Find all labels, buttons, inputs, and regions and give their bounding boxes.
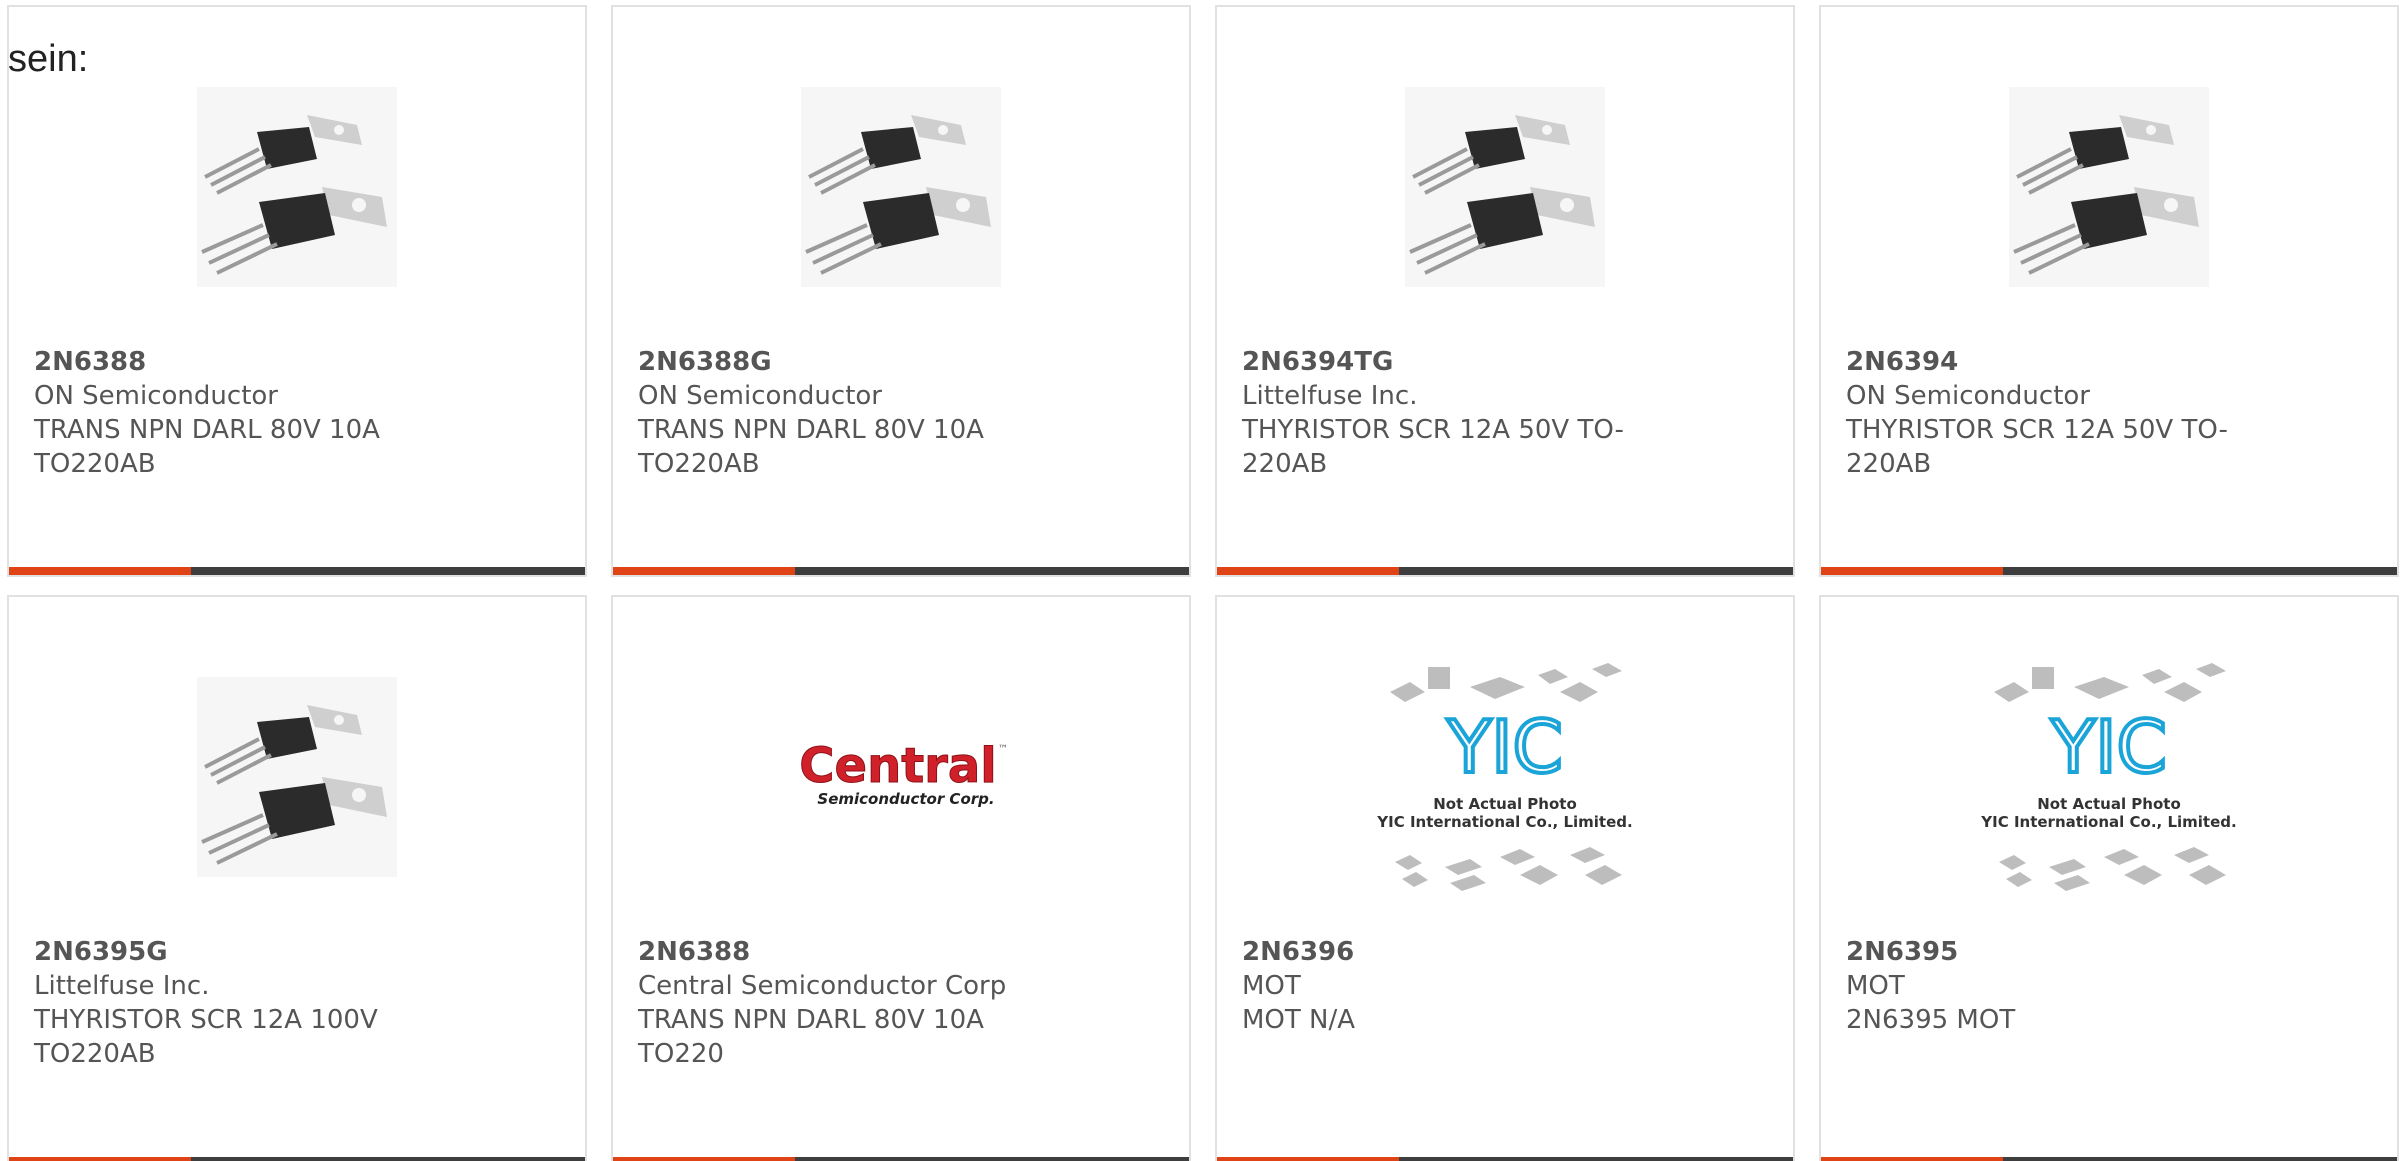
transistor-to220-photo-icon [197,677,397,877]
manufacturer: Central Semiconductor Corp [638,971,1007,1001]
svg-text:YIC: YIC [1446,705,1563,789]
manufacturer: MOT [1846,971,1905,1001]
part-number-link[interactable]: 2N6388 [34,345,454,379]
svg-text:Not Actual Photo: Not Actual Photo [1433,795,1577,813]
description-line: THYRISTOR SCR 12A 50V TO- [1242,415,1624,445]
description-line: TRANS NPN DARL 80V 10A [34,415,380,445]
product-image[interactable]: YIC Not Actual Photo YIC International C… [1821,657,2397,897]
part-number-link[interactable]: 2N6388 [638,935,1058,969]
part-number-link[interactable]: 2N6395G [34,935,454,969]
svg-text:YIC International Co., Limited: YIC International Co., Limited. [1376,813,1632,831]
part-number-link[interactable]: 2N6388G [638,345,1058,379]
manufacturer: ON Semiconductor [638,381,882,411]
product-image[interactable]: YIC Not Actual Photo YIC International C… [1217,657,1793,897]
description-line: 220AB [1242,449,1328,479]
card-bottom-bar [1217,567,1793,575]
product-info: 2N6388 ON Semiconductor TRANS NPN DARL 8… [34,345,454,481]
product-card[interactable]: Central ™ Semiconductor Corp. 2N6388 Cen… [611,595,1191,1161]
description-line: THYRISTOR SCR 12A 100V [34,1005,378,1035]
manufacturer: Littelfuse Inc. [1242,381,1418,411]
transistor-to220-photo-icon [801,87,1001,287]
card-accent-bar [613,567,795,575]
central-semiconductor-logo-icon: Central ™ Semiconductor Corp. [799,738,1008,809]
description-line: 220AB [1846,449,1932,479]
product-info: 2N6395 MOT 2N6395 MOT [1846,935,2266,1037]
description-line: TO220AB [34,1039,156,1069]
product-card[interactable]: 2N6388G ON Semiconductor TRANS NPN DARL … [611,5,1191,577]
manufacturer: ON Semiconductor [1846,381,2090,411]
product-image[interactable]: Central ™ Semiconductor Corp. [613,657,1189,897]
svg-text:YIC International Co., Limited: YIC International Co., Limited. [1980,813,2236,831]
yic-not-actual-photo-icon: YIC Not Actual Photo YIC International C… [1980,663,2237,891]
product-card[interactable]: 2N6394 ON Semiconductor THYRISTOR SCR 12… [1819,5,2399,577]
product-image[interactable] [9,67,585,307]
card-accent-bar [613,1157,795,1161]
manufacturer: MOT [1242,971,1301,1001]
description-line: TO220 [638,1039,724,1069]
part-number-link[interactable]: 2N6396 [1242,935,1662,969]
product-image[interactable] [1821,67,2397,307]
manufacturer: ON Semiconductor [34,381,278,411]
product-info: 2N6388 Central Semiconductor Corp TRANS … [638,935,1058,1071]
product-card[interactable]: YIC Not Actual Photo YIC International C… [1819,595,2399,1161]
card-accent-bar [1217,1157,1399,1161]
card-bottom-bar [9,1157,585,1161]
product-info: 2N6394 ON Semiconductor THYRISTOR SCR 12… [1846,345,2266,481]
card-bottom-bar [613,1157,1189,1161]
card-accent-bar [1821,1157,2003,1161]
svg-text:Not Actual Photo: Not Actual Photo [2037,795,2181,813]
description-line: TO220AB [34,449,156,479]
part-number-link[interactable]: 2N6394 [1846,345,2266,379]
card-accent-bar [1217,567,1399,575]
product-info: 2N6396 MOT MOT N/A [1242,935,1662,1037]
description-line: MOT N/A [1242,1005,1356,1035]
card-bottom-bar [1217,1157,1793,1161]
product-card[interactable]: YIC Not Actual Photo YIC International C… [1215,595,1795,1161]
heading-fragment: sein: [8,38,89,80]
transistor-to220-photo-icon [2009,87,2209,287]
part-number-link[interactable]: 2N6394TG [1242,345,1662,379]
card-accent-bar [9,567,191,575]
description-line: TRANS NPN DARL 80V 10A [638,415,984,445]
card-bottom-bar [9,567,585,575]
svg-text:YIC: YIC [2050,705,2167,789]
description-line: TO220AB [638,449,760,479]
svg-text:Semiconductor Corp.: Semiconductor Corp. [817,790,994,808]
product-grid-page: sein: 2N6388 ON Semiconductor TRANS NPN … [0,0,2400,1161]
manufacturer: Littelfuse Inc. [34,971,210,1001]
card-accent-bar [1821,567,2003,575]
product-grid: 2N6388 ON Semiconductor TRANS NPN DARL 8… [7,5,2399,1161]
svg-text:Central: Central [799,738,996,794]
description-line: TRANS NPN DARL 80V 10A [638,1005,984,1035]
product-info: 2N6388G ON Semiconductor TRANS NPN DARL … [638,345,1058,481]
card-bottom-bar [613,567,1189,575]
product-card[interactable]: 2N6388 ON Semiconductor TRANS NPN DARL 8… [7,5,587,577]
card-bottom-bar [1821,567,2397,575]
product-image[interactable] [1217,67,1793,307]
product-card[interactable]: 2N6395G Littelfuse Inc. THYRISTOR SCR 12… [7,595,587,1161]
description-line: THYRISTOR SCR 12A 50V TO- [1846,415,2228,445]
transistor-to220-photo-icon [1405,87,1605,287]
product-image[interactable] [613,67,1189,307]
card-bottom-bar [1821,1157,2397,1161]
yic-not-actual-photo-icon: YIC Not Actual Photo YIC International C… [1376,663,1633,891]
product-info: 2N6394TG Littelfuse Inc. THYRISTOR SCR 1… [1242,345,1662,481]
product-info: 2N6395G Littelfuse Inc. THYRISTOR SCR 12… [34,935,454,1071]
svg-text:™: ™ [998,744,1008,755]
transistor-to220-photo-icon [197,87,397,287]
product-image[interactable] [9,657,585,897]
description-line: 2N6395 MOT [1846,1005,2016,1035]
card-accent-bar [9,1157,191,1161]
part-number-link[interactable]: 2N6395 [1846,935,2266,969]
product-card[interactable]: 2N6394TG Littelfuse Inc. THYRISTOR SCR 1… [1215,5,1795,577]
